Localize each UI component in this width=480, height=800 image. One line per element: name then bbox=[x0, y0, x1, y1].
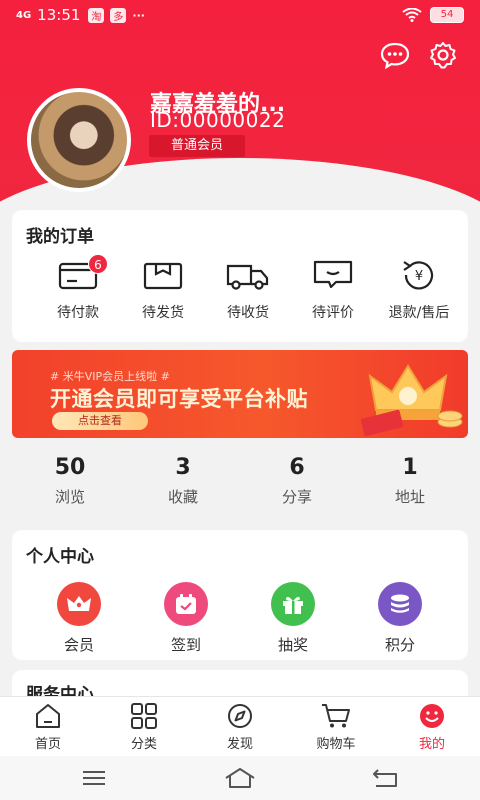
stat-shares[interactable]: 6 分享 bbox=[242, 455, 352, 507]
stat-label: 收藏 bbox=[167, 488, 198, 506]
more-notifications: ··· bbox=[132, 8, 145, 22]
box-icon bbox=[143, 262, 183, 290]
stat-value: 3 bbox=[175, 455, 191, 480]
stat-value: 50 bbox=[54, 455, 86, 480]
stat-favorites[interactable]: 3 收藏 bbox=[128, 455, 238, 507]
tab-cart[interactable]: 购物车 bbox=[288, 703, 384, 752]
tab-label: 分类 bbox=[130, 737, 157, 752]
membership-badge[interactable]: 普通会员 bbox=[149, 135, 245, 157]
status-bar: 4G 13:51 淘 多 ··· 54 bbox=[0, 0, 480, 30]
order-pending-shipment[interactable]: 待发货 bbox=[123, 258, 203, 334]
center-membership[interactable]: 会员 bbox=[39, 582, 119, 655]
menu-icon[interactable] bbox=[74, 766, 114, 790]
tab-discover[interactable]: 发现 bbox=[192, 703, 288, 752]
order-pending-payment[interactable]: 6 待付款 bbox=[38, 254, 118, 334]
taobao-icon: 淘 bbox=[88, 7, 105, 23]
tab-label: 发现 bbox=[226, 737, 253, 752]
center-item-label: 签到 bbox=[170, 636, 201, 654]
order-item-label: 待付款 bbox=[57, 305, 99, 321]
order-item-label: 退款/售后 bbox=[388, 305, 450, 321]
home-icon bbox=[36, 704, 60, 728]
stat-label: 分享 bbox=[281, 488, 312, 506]
stat-label: 地址 bbox=[394, 488, 425, 506]
center-lottery[interactable]: 抽奖 bbox=[253, 582, 333, 655]
orders-title: 我的订单 bbox=[26, 227, 94, 247]
tab-label: 首页 bbox=[34, 737, 61, 752]
stats-row: 50 浏览 3 收藏 6 分享 1 地址 bbox=[0, 455, 480, 515]
truck-icon bbox=[226, 264, 269, 290]
crown-icon bbox=[57, 582, 101, 626]
center-item-label: 会员 bbox=[63, 636, 94, 654]
comment-icon bbox=[313, 260, 353, 289]
center-points[interactable]: 积分 bbox=[360, 582, 440, 655]
banner-title: 开通会员即可享受平台补贴 bbox=[50, 387, 308, 411]
tab-label: 购物车 bbox=[316, 737, 356, 752]
app-icon: 多 bbox=[110, 7, 127, 23]
calendar-icon bbox=[164, 582, 208, 626]
order-refund[interactable]: ¥ 退款/售后 bbox=[374, 258, 464, 334]
center-item-label: 积分 bbox=[384, 636, 415, 654]
message-icon[interactable] bbox=[380, 40, 410, 70]
avatar[interactable] bbox=[27, 88, 131, 192]
tab-home[interactable]: 首页 bbox=[0, 703, 96, 752]
stat-browse[interactable]: 50 浏览 bbox=[15, 455, 125, 507]
system-nav-bar bbox=[0, 756, 480, 800]
tab-profile[interactable]: 我的 bbox=[384, 703, 480, 752]
order-item-label: 待收货 bbox=[227, 305, 269, 321]
orders-card: 我的订单 6 待付款 待发货 待收货 待评价 ¥ 退款/售后 bbox=[12, 210, 468, 342]
svg-text:¥: ¥ bbox=[415, 269, 423, 284]
tab-category[interactable]: 分类 bbox=[96, 703, 192, 752]
stat-value: 6 bbox=[289, 455, 305, 480]
banner-view-button[interactable]: 点击查看 bbox=[52, 412, 148, 430]
pending-payment-count: 6 bbox=[88, 254, 108, 274]
status-time: 13:51 bbox=[37, 6, 81, 24]
battery-icon: 54 bbox=[430, 7, 464, 23]
center-checkin[interactable]: 签到 bbox=[146, 582, 226, 655]
vip-banner[interactable]: # 米牛VIP会员上线啦 # 开通会员即可享受平台补贴 点击查看 bbox=[12, 350, 468, 438]
wifi-icon bbox=[402, 8, 422, 22]
stat-value: 1 bbox=[402, 455, 418, 480]
personal-center-card: 个人中心 会员 签到 抽奖 积分 bbox=[12, 530, 468, 660]
personal-center-title: 个人中心 bbox=[26, 547, 94, 567]
user-id: ID:00000022 bbox=[150, 108, 286, 132]
compass-icon bbox=[228, 704, 252, 728]
gift-icon bbox=[271, 582, 315, 626]
signal-indicator: 4G bbox=[16, 9, 32, 21]
profile-icon bbox=[420, 704, 444, 728]
status-app-icons: 淘 多 ··· bbox=[88, 7, 145, 23]
order-pending-receipt[interactable]: 待收货 bbox=[208, 258, 288, 334]
crown-icon bbox=[360, 364, 463, 436]
stat-label: 浏览 bbox=[54, 488, 85, 506]
stat-addresses[interactable]: 1 地址 bbox=[355, 455, 465, 507]
cart-icon bbox=[322, 704, 350, 728]
order-item-label: 待评价 bbox=[312, 305, 354, 321]
banner-subtitle: # 米牛VIP会员上线啦 # bbox=[50, 370, 170, 383]
order-item-label: 待发货 bbox=[142, 305, 184, 321]
order-pending-review[interactable]: 待评价 bbox=[293, 258, 373, 334]
refund-icon: ¥ bbox=[403, 261, 434, 290]
gear-icon[interactable] bbox=[428, 40, 458, 70]
coins-icon bbox=[378, 582, 422, 626]
back-icon[interactable] bbox=[366, 766, 406, 790]
home-nav-icon[interactable] bbox=[220, 766, 260, 790]
center-item-label: 抽奖 bbox=[277, 636, 308, 654]
grid-icon bbox=[131, 703, 157, 729]
tab-label: 我的 bbox=[418, 737, 445, 752]
bottom-tabbar: 首页 分类 发现 购物车 我的 bbox=[0, 696, 480, 756]
